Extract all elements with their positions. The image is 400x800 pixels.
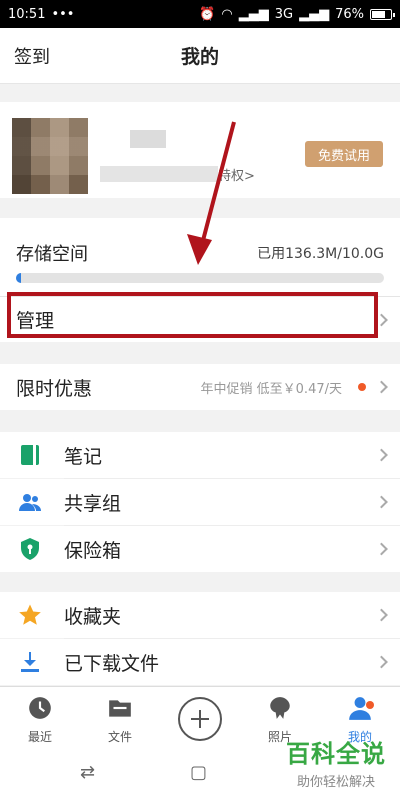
clock-icon (29, 697, 51, 719)
group-icon (19, 494, 41, 511)
promo-dot (358, 383, 366, 391)
more-notifications-icon: ••• (51, 6, 75, 22)
home-icon[interactable]: ▢ (190, 762, 207, 783)
list-item-label: 共享组 (64, 492, 122, 515)
switch-app-icon[interactable]: ⇄ (80, 762, 95, 783)
list-item-safe[interactable]: 保险箱 (0, 526, 400, 572)
page-title: 我的 (180, 46, 219, 68)
battery-level (372, 10, 385, 18)
promo-subtitle: 年中促销 低至￥0.47/天 (200, 381, 342, 397)
storage-progress-bar (16, 273, 21, 283)
chevron-right-icon (375, 448, 388, 462)
notification-dot (366, 701, 374, 709)
list-item-notes[interactable]: 笔记 (0, 432, 400, 478)
list-item-downloads[interactable]: 已下载文件 (0, 639, 400, 685)
username-blurred (130, 130, 166, 148)
chevron-right-icon (375, 655, 388, 669)
watermark-title: 百科全说 (286, 740, 386, 768)
profile-card[interactable]: 特权> 免费试用 (0, 102, 400, 198)
list-item-label: 收藏夹 (64, 605, 122, 628)
tab-label: 文件 (107, 730, 132, 744)
watermark-subtitle: 助你轻松解决 (296, 775, 375, 790)
chevron-right-icon (375, 608, 388, 622)
note-icon (21, 445, 39, 465)
storage-label: 存储空间 (16, 244, 88, 265)
star-icon (19, 604, 41, 625)
highlight-box (7, 292, 378, 338)
list-item-share-group[interactable]: 共享组 (0, 479, 400, 525)
account-info-blurred (100, 166, 218, 182)
alarm-icon: ⏰ (199, 6, 216, 22)
promo-row[interactable]: 限时优惠 年中促销 低至￥0.47/天 (0, 364, 400, 410)
status-bar: 10:51 ••• ⏰ ◠ ▂▄▆ 3G ▂▄▆ 76% (0, 0, 400, 28)
watermark: 百科全说 助你轻松解决 (286, 734, 386, 790)
battery-percent: 76% (335, 6, 364, 22)
signal-icon: ▂▄▆ (238, 6, 269, 22)
battery-icon (370, 8, 395, 20)
chevron-right-icon (375, 495, 388, 509)
folder-icon (109, 700, 131, 717)
chevron-right-icon (375, 542, 388, 556)
chevron-right-icon (375, 380, 388, 394)
network-type: 3G (274, 6, 294, 22)
list-item-label: 保险箱 (64, 539, 122, 562)
status-time: 10:51 (8, 6, 46, 22)
tab-files[interactable]: 文件 (90, 695, 150, 745)
list-item-label: 已下载文件 (64, 652, 160, 675)
free-trial-button[interactable]: 免费试用 (305, 141, 383, 167)
wifi-icon: ◠ (221, 6, 233, 22)
avatar[interactable] (12, 118, 88, 194)
privilege-link[interactable]: 特权> (218, 165, 255, 184)
photo-icon (270, 697, 290, 719)
add-button[interactable] (178, 697, 222, 741)
list-item-label: 笔记 (64, 445, 103, 468)
storage-section: 存储空间 已用136.3M/10.0G (0, 218, 400, 296)
signal2-icon: ▂▄▆ (299, 6, 330, 22)
promo-label: 限时优惠 (16, 377, 93, 400)
storage-used: 已用136.3M/10.0G (257, 246, 384, 262)
shield-icon (21, 538, 39, 560)
tab-label: 最近 (27, 730, 52, 744)
storage-progress-track (16, 273, 384, 283)
download-icon (21, 652, 39, 672)
checkin-button[interactable]: 签到 (14, 43, 50, 69)
title-bar: 签到 我的 (0, 28, 400, 84)
list-item-favorites[interactable]: 收藏夹 (0, 592, 400, 638)
tab-recent[interactable]: 最近 (10, 695, 70, 745)
